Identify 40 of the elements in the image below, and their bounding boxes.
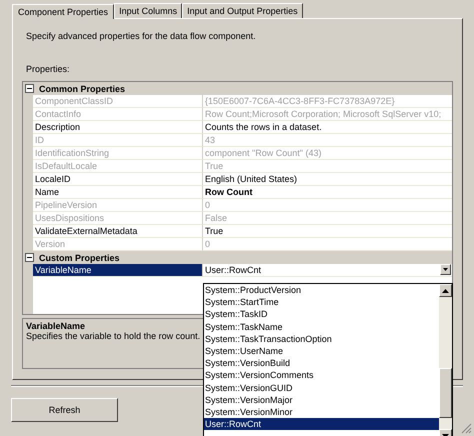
dropdown-item[interactable]: System::TaskTransactionOption xyxy=(204,332,439,345)
dropdown-item[interactable]: System::VersionGUID xyxy=(204,382,439,394)
property-value[interactable]: User::RowCnt xyxy=(203,264,452,277)
category-header[interactable]: Common Properties xyxy=(39,84,126,94)
dropdown-item[interactable]: User::RowCnt xyxy=(204,418,439,430)
property-name[interactable]: Name xyxy=(33,186,203,199)
collapse-icon[interactable] xyxy=(25,253,34,262)
dropdown-item[interactable]: System::VersionComments xyxy=(204,369,439,382)
tab[interactable]: Component Properties xyxy=(12,4,114,19)
property-name[interactable]: Description xyxy=(33,121,203,134)
dropdown-item[interactable]: System::StartTime xyxy=(204,296,439,308)
category-header[interactable]: Custom Properties xyxy=(39,252,120,262)
tab[interactable]: Input Columns xyxy=(114,3,182,18)
dropdown-item[interactable]: System::TaskName xyxy=(204,320,439,333)
property-name[interactable]: VariableName xyxy=(33,264,203,277)
property-value[interactable]: True xyxy=(203,225,452,238)
properties-label: Properties: xyxy=(25,64,71,76)
dropdown-item[interactable]: System::UserName xyxy=(204,344,439,358)
dropdown-item[interactable]: System::VersionMajor xyxy=(204,394,439,406)
dropdown-button[interactable] xyxy=(440,264,451,275)
property-name[interactable]: ValidateExternalMetadata xyxy=(33,225,203,238)
resize-grip-icon[interactable] xyxy=(461,423,472,434)
dropdown-item[interactable]: System::ProductVersion xyxy=(204,284,439,296)
tab[interactable]: Input and Output Properties xyxy=(182,3,303,18)
caret-icon xyxy=(443,268,448,271)
property-value[interactable]: Row Count xyxy=(203,186,452,199)
dropdown-item[interactable]: System::TaskID xyxy=(204,308,439,321)
dropdown-item[interactable]: System::VersionBuild xyxy=(204,357,439,370)
dropdown-item[interactable]: System::VersionMinor xyxy=(204,406,439,418)
intro-text: Specify advanced properties for the data flow component. xyxy=(25,31,257,43)
property-value[interactable]: English (United States) xyxy=(203,173,452,186)
property-name[interactable]: LocaleID xyxy=(33,173,203,186)
scroll-thumb[interactable] xyxy=(439,368,452,418)
scroll-up-icon[interactable] xyxy=(439,284,452,297)
refresh-button[interactable]: Refresh xyxy=(11,398,118,422)
property-value[interactable]: Counts the rows in a dataset. xyxy=(203,121,452,134)
help-text: Specifies the variable to hold the row count. xyxy=(26,331,200,341)
collapse-icon[interactable] xyxy=(25,84,34,93)
scrollbar[interactable] xyxy=(439,284,452,436)
help-title: VariableName xyxy=(26,321,86,331)
